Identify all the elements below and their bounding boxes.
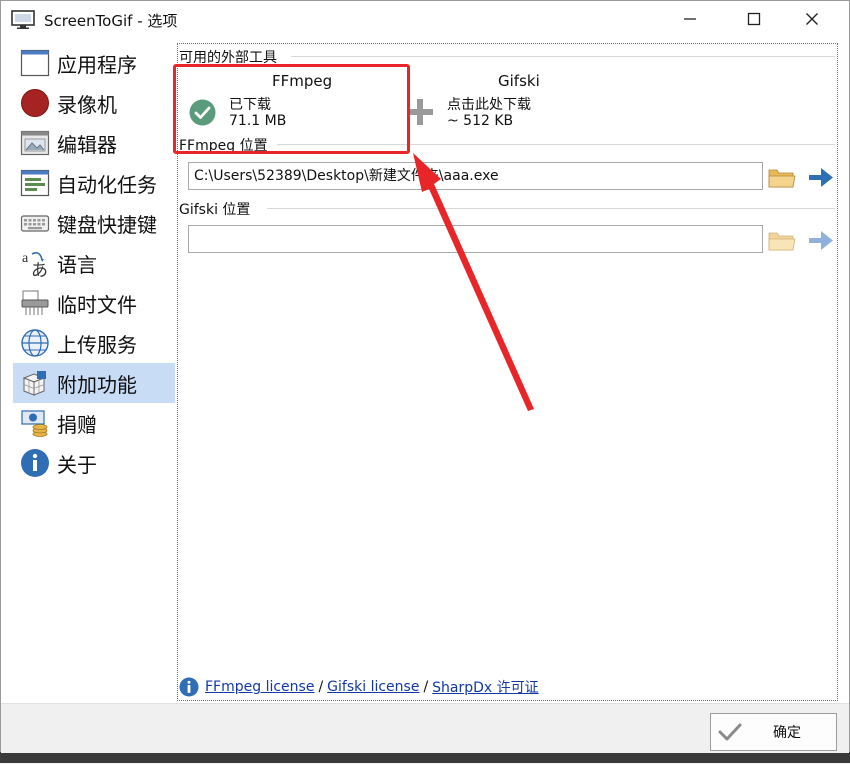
ok-button[interactable]: 确定 <box>710 713 837 751</box>
checkmark-icon <box>718 723 742 741</box>
dialog-footer: 确定 <box>1 703 849 753</box>
gifski-license-link[interactable]: Gifski license <box>327 679 419 695</box>
annotation-arrow <box>413 153 534 411</box>
ffmpeg-license-link[interactable]: FFmpeg license <box>205 679 314 695</box>
sharpdx-license-link[interactable]: SharpDx 许可证 <box>432 677 539 697</box>
license-links: FFmpeg license / Gifski license / SharpD… <box>179 677 539 697</box>
link-separator: / <box>318 679 324 695</box>
options-window: ScreenToGif - 选项 应用程序 录像机 编辑器 自动化任务 键盘快捷… <box>0 0 850 753</box>
link-separator: / <box>423 679 429 695</box>
ok-button-label: 确定 <box>773 725 801 741</box>
info-icon <box>179 677 199 697</box>
